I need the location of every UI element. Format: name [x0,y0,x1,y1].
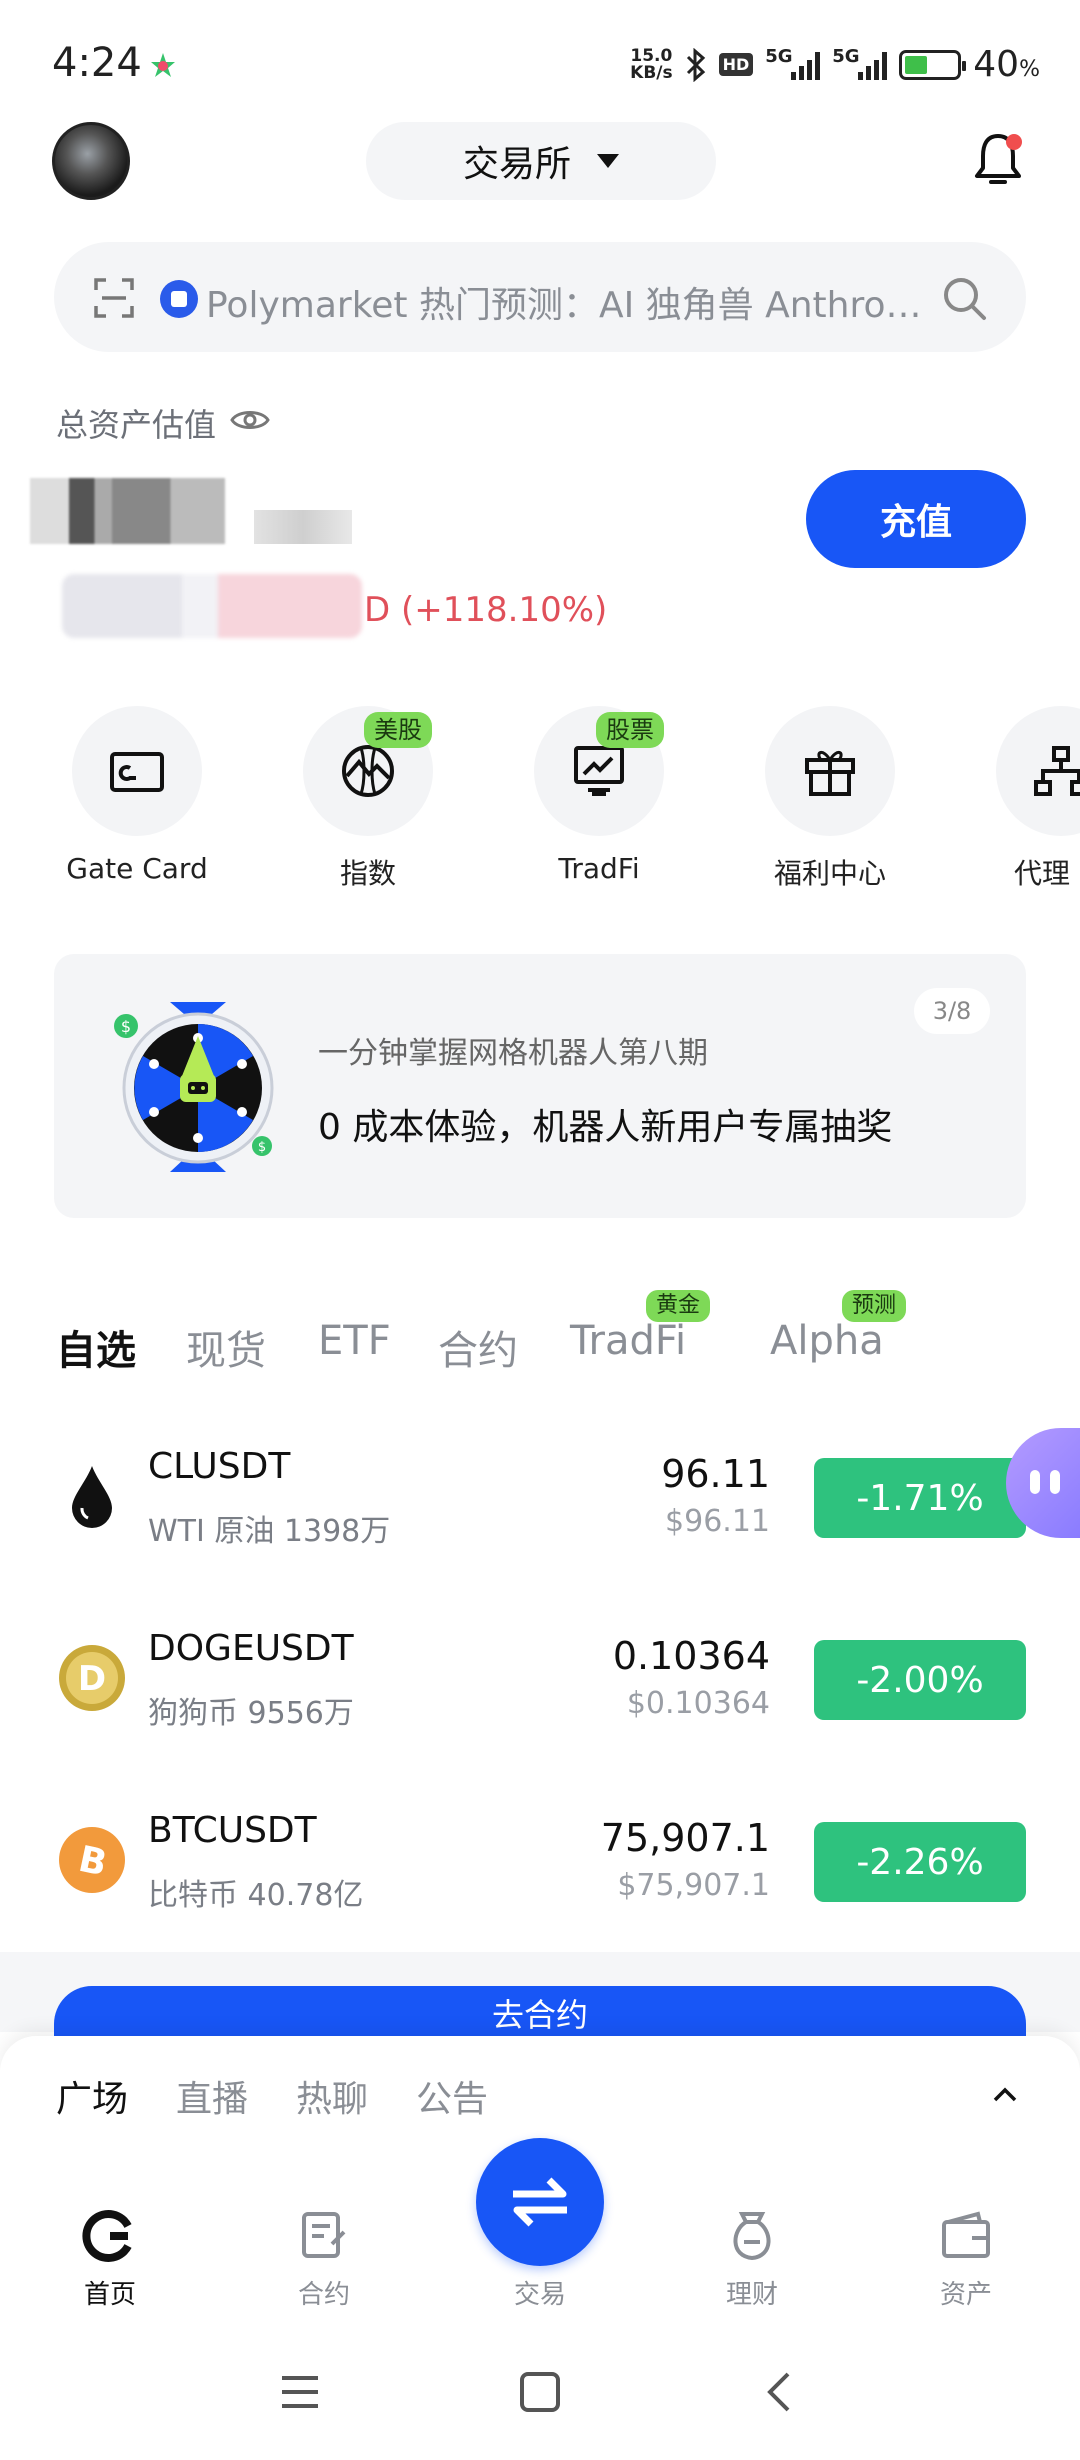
eye-icon[interactable] [230,404,270,436]
finance-icon[interactable] [724,2208,780,2264]
oil-drop-icon [72,1466,112,1528]
tab-square[interactable]: 广场 [56,2070,128,2122]
trade-button[interactable] [476,2138,604,2266]
svg-text:D: D [78,1659,106,1699]
tab-tag: 黄金 [646,1290,711,1322]
deposit-button[interactable]: 充值 [806,470,1026,568]
row-symbol: CLUSDT [148,1446,291,1487]
row-fiat-price: $0.10364 [626,1686,770,1721]
index-globe-icon [342,745,394,797]
exchange-label: 交易所 [462,144,571,185]
blurred-pnl [62,574,362,638]
bluetooth-icon [686,47,705,82]
back-icon[interactable] [756,2368,804,2416]
nav-trade[interactable]: 交易 [480,2274,600,2311]
row-price: 96.11 [661,1452,770,1496]
notification-dot [1006,134,1022,150]
pnl-text: D (+118.10%) [364,590,608,630]
nav-futures[interactable]: 合约 [264,2274,384,2311]
lucky-wheel-icon: $ $ [114,1002,274,1172]
nav-assets[interactable]: 资产 [906,2274,1026,2311]
chevron-up-icon[interactable] [990,2080,1020,2110]
row-price: 75,907.1 [600,1816,770,1860]
tab-spot[interactable]: 现货 [186,1318,266,1376]
shortcut-label: TradFi [558,852,640,885]
shortcut-label: Gate Card [66,852,208,885]
wallet-icon[interactable] [938,2208,994,2264]
row-subname: WTI 原油 1398万 [148,1514,391,1549]
status-icons: 15.0 KB/s HD 5G 5G 40% [630,44,1040,85]
shortcut-label: 福利中心 [773,857,886,890]
change-badge[interactable]: -2.26% [814,1822,1026,1902]
tab-announcements[interactable]: 公告 [416,2070,488,2122]
tab-alpha[interactable]: Alpha [770,1318,884,1364]
tab-futures[interactable]: 合约 [438,1318,518,1376]
change-badge[interactable]: -2.00% [814,1640,1026,1720]
exchange-switcher[interactable]: 交易所 [366,122,716,200]
contract-icon[interactable] [296,2208,352,2264]
hd-badge: HD [718,53,754,76]
blurred-balance-unit [254,510,352,544]
row-fiat-price: $96.11 [665,1504,770,1539]
row-subname: 狗狗币 9556万 [148,1696,354,1731]
banner-title: 0 成本体验，机器人新用户专属抽奖 [318,1107,893,1148]
app-notification-icon [151,53,175,77]
chart-board-icon [574,746,624,796]
shortcut-tag: 美股 [364,712,432,748]
menu-icon[interactable] [276,2368,324,2416]
home-icon[interactable] [82,2208,138,2264]
battery-percentage: 40% [973,44,1040,85]
nav-finance[interactable]: 理财 [692,2274,812,2311]
row-price: 0.10364 [612,1634,770,1678]
row-symbol: BTCUSDT [148,1810,317,1851]
signal-sim1-icon: 5G [765,46,821,80]
home-square-icon[interactable] [516,2368,564,2416]
shortcut-label: 代理 [1014,857,1071,890]
gift-icon [805,751,855,796]
swap-icon [513,2177,567,2227]
row-fiat-price: $75,907.1 [617,1868,770,1903]
row-subname: 比特币 40.78亿 [148,1878,364,1913]
tab-tradfi[interactable]: TradFi [570,1318,686,1364]
battery-icon [899,49,967,80]
nav-home[interactable]: 首页 [50,2274,170,2311]
tab-favorites[interactable]: 自选 [56,1318,136,1376]
tab-hot-chat[interactable]: 热聊 [296,2070,368,2122]
total-assets-label: 总资产估值 [56,406,217,444]
card-icon [110,752,164,792]
bitcoin-icon: B [59,1827,125,1893]
polymarket-icon [160,280,198,318]
shortcut-rewards[interactable] [765,706,895,836]
row-symbol: DOGEUSDT [148,1628,354,1669]
signal-sim2-icon: 5G [832,46,888,80]
banner-subtitle: 一分钟掌握网格机器人第八期 [318,1036,708,1071]
blurred-balance [30,478,225,544]
org-chart-icon [1034,746,1080,796]
shortcut-tag: 股票 [596,712,664,748]
shortcut-label: 指数 [339,857,396,890]
status-time: 4:24 [52,40,142,86]
user-avatar[interactable] [52,122,130,200]
coin-symbol: $ [258,1140,266,1155]
doge-icon: D [59,1645,125,1711]
search-placeholder[interactable]: Polymarket 热门预测：AI 独角兽 Anthropic… [206,276,936,328]
tab-tag: 预测 [842,1290,907,1322]
tab-live[interactable]: 直播 [176,2070,248,2122]
banner-page-indicator: 3/8 [914,988,990,1034]
coin-symbol: $ [121,1017,131,1036]
caret-down-icon [597,154,619,168]
net-speed: 15.0 KB/s [630,45,673,83]
shortcut-gate-card[interactable] [72,706,202,836]
scan-icon[interactable] [92,276,136,320]
change-badge[interactable]: -1.71% [814,1458,1026,1538]
tab-etf[interactable]: ETF [318,1318,391,1364]
shortcut-agent[interactable] [996,706,1080,836]
search-icon[interactable] [940,274,990,324]
